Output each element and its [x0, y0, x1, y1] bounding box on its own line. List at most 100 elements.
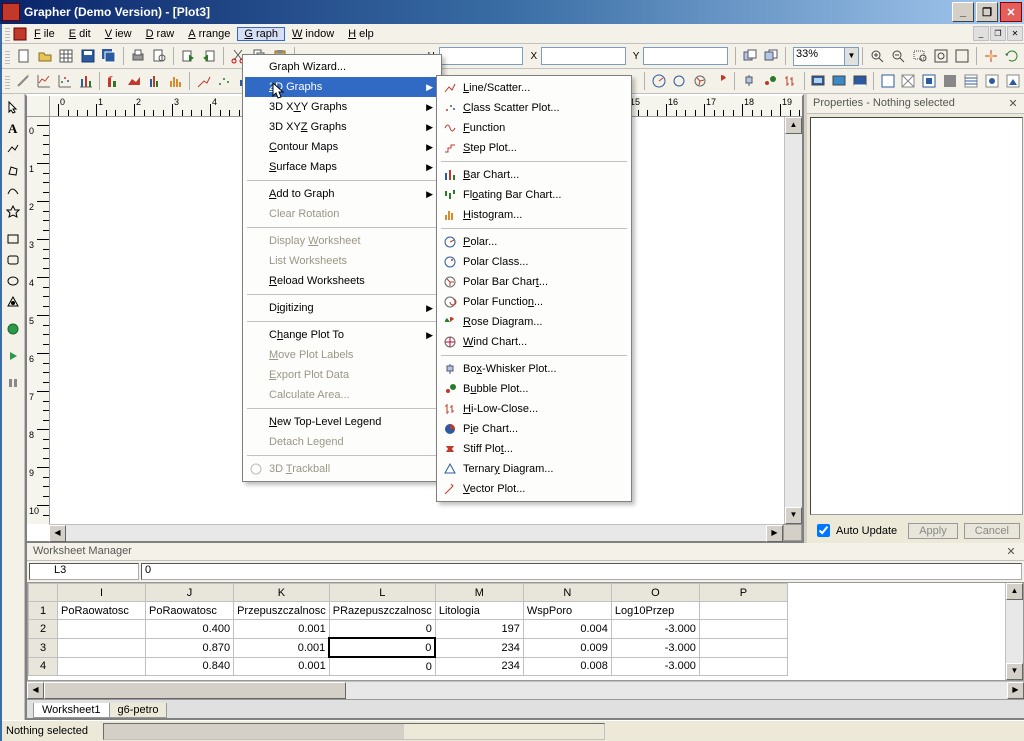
row-header[interactable]: 2 — [29, 620, 58, 639]
zoom-value[interactable]: 33% — [793, 47, 845, 66]
function-item[interactable]: Function — [439, 118, 629, 138]
line-scatter-item[interactable]: Line/Scatter... — [439, 78, 629, 98]
horizontal-scrollbar[interactable]: ◀ ▶ — [49, 524, 783, 541]
display-options-button[interactable] — [808, 70, 829, 92]
display-options3-button[interactable] — [849, 70, 870, 92]
col-header[interactable]: O — [611, 584, 699, 602]
worksheet-tab[interactable]: Worksheet1 — [33, 703, 110, 718]
vertical-scrollbar[interactable]: ▲ ▼ — [784, 117, 802, 524]
cell[interactable]: 0.001 — [234, 620, 330, 639]
cell[interactable]: 0 — [329, 620, 435, 639]
coord-h-field[interactable] — [439, 47, 524, 65]
new-button[interactable] — [13, 45, 34, 67]
cell[interactable]: 0.400 — [146, 620, 234, 639]
close-button[interactable]: ✕ — [1000, 2, 1022, 22]
clear-rotation-item[interactable]: Clear Rotation — [245, 204, 439, 224]
floating-bar-item[interactable]: Floating Bar Chart... — [439, 185, 629, 205]
zoom-fit-button[interactable] — [930, 45, 951, 67]
surface-item[interactable]: Surface Maps▶ — [245, 157, 439, 177]
suboption7-button[interactable] — [1002, 70, 1023, 92]
zoomin-button[interactable] — [866, 45, 887, 67]
cell[interactable]: 0.870 — [146, 638, 234, 657]
3d-trackball-item[interactable]: 3D Trackball — [245, 459, 439, 479]
polyline-tool[interactable] — [2, 138, 24, 159]
zoom-dropdown-icon[interactable]: ▼ — [845, 47, 859, 66]
zoom-combo[interactable]: 33% ▼ — [793, 47, 859, 66]
ws-vertical-scrollbar[interactable]: ▲▼ — [1005, 583, 1023, 680]
area3d-icon[interactable] — [124, 70, 145, 92]
polar-item[interactable]: Polar... — [439, 232, 629, 252]
header-cell[interactable]: PRazepuszczalnosc — [329, 602, 435, 620]
pause-tool[interactable] — [2, 372, 24, 393]
class-scatter-item[interactable]: Class Scatter Plot... — [439, 98, 629, 118]
header-cell[interactable]: Log10Przep — [611, 602, 699, 620]
bar3d-icon[interactable] — [103, 70, 124, 92]
maximize-button[interactable]: ❐ — [976, 2, 998, 22]
header-cell[interactable]: WspPoro — [523, 602, 611, 620]
3d-xyy-item[interactable]: 3D XYY Graphs▶ — [245, 97, 439, 117]
export-button[interactable] — [177, 45, 198, 67]
move-plot-labels-item[interactable]: Move Plot Labels — [245, 345, 439, 365]
polar-bar-item[interactable]: Polar Bar Chart... — [439, 272, 629, 292]
scroll-up-icon[interactable]: ▲ — [785, 117, 802, 134]
menu-view[interactable]: View — [98, 27, 139, 41]
suboption3-button[interactable] — [919, 70, 940, 92]
suboption2-button[interactable] — [898, 70, 919, 92]
preview-button[interactable] — [149, 45, 170, 67]
bubble-icon[interactable] — [759, 70, 780, 92]
header-cell[interactable] — [699, 602, 787, 620]
cell[interactable]: -3.000 — [611, 657, 699, 676]
symbol-tool[interactable] — [2, 291, 24, 312]
cell[interactable]: 0.001 — [234, 657, 330, 676]
auto-update-checkbox[interactable]: Auto Update — [813, 521, 897, 540]
col-header[interactable]: P — [699, 584, 787, 602]
row-header[interactable]: 4 — [29, 657, 58, 676]
suboption1-button[interactable] — [877, 70, 898, 92]
row-header[interactable]: 1 — [29, 602, 58, 620]
print-button[interactable] — [127, 45, 148, 67]
header-cell[interactable]: Litologia — [435, 602, 523, 620]
menu-arrange[interactable]: Arrange — [181, 27, 237, 41]
roundrect-tool[interactable] — [2, 249, 24, 270]
star-tool[interactable] — [2, 201, 24, 222]
coord-x-field[interactable] — [541, 47, 626, 65]
polar-function-item[interactable]: Polar Function... — [439, 292, 629, 312]
save-button[interactable] — [77, 45, 98, 67]
ws-horizontal-scrollbar[interactable]: ◀ ▶ — [27, 681, 1024, 699]
col-header[interactable]: M — [435, 584, 523, 602]
pointer-tool[interactable] — [2, 96, 24, 117]
bar3d2-icon[interactable] — [145, 70, 166, 92]
zoom-box-button[interactable] — [909, 45, 930, 67]
wizard-button[interactable] — [13, 70, 34, 92]
cell[interactable]: 0 — [329, 638, 435, 657]
move-forward-button[interactable] — [739, 45, 760, 67]
worksheet-grid[interactable]: IJKLMNOP1PoRaowatoscPoRaowatoscPrzepuszc… — [27, 582, 1024, 681]
col-header[interactable]: N — [523, 584, 611, 602]
display-options2-button[interactable] — [829, 70, 850, 92]
scroll-down-icon[interactable]: ▼ — [785, 507, 802, 524]
insert-tool[interactable] — [2, 318, 24, 339]
col-header[interactable]: L — [329, 584, 435, 602]
pan-button[interactable] — [980, 45, 1001, 67]
bubble-plot-item[interactable]: Bubble Plot... — [439, 379, 629, 399]
cell[interactable]: 0.009 — [523, 638, 611, 657]
wind-chart-item[interactable]: Wind Chart... — [439, 332, 629, 352]
suboption5-button[interactable] — [961, 70, 982, 92]
bar-chart-item[interactable]: Bar Chart... — [439, 165, 629, 185]
auto-update-input[interactable] — [817, 524, 830, 537]
box-plot-icon[interactable] — [738, 70, 759, 92]
col-header[interactable]: J — [146, 584, 234, 602]
ternary-item[interactable]: Ternary Diagram... — [439, 459, 629, 479]
list-worksheets-item[interactable]: List Worksheets — [245, 251, 439, 271]
new-top-legend-item[interactable]: New Top-Level Legend — [245, 412, 439, 432]
polar-class-icon[interactable] — [669, 70, 690, 92]
pie-chart-item[interactable]: Pie Chart... — [439, 419, 629, 439]
cell[interactable]: -3.000 — [611, 620, 699, 639]
suboption6-button[interactable] — [981, 70, 1002, 92]
cell[interactable]: 0.004 — [523, 620, 611, 639]
3d-xyz-item[interactable]: 3D XYZ Graphs▶ — [245, 117, 439, 137]
cancel-button[interactable]: Cancel — [964, 523, 1020, 539]
rose-icon[interactable] — [711, 70, 732, 92]
cell[interactable] — [699, 657, 787, 676]
cell[interactable] — [699, 638, 787, 657]
